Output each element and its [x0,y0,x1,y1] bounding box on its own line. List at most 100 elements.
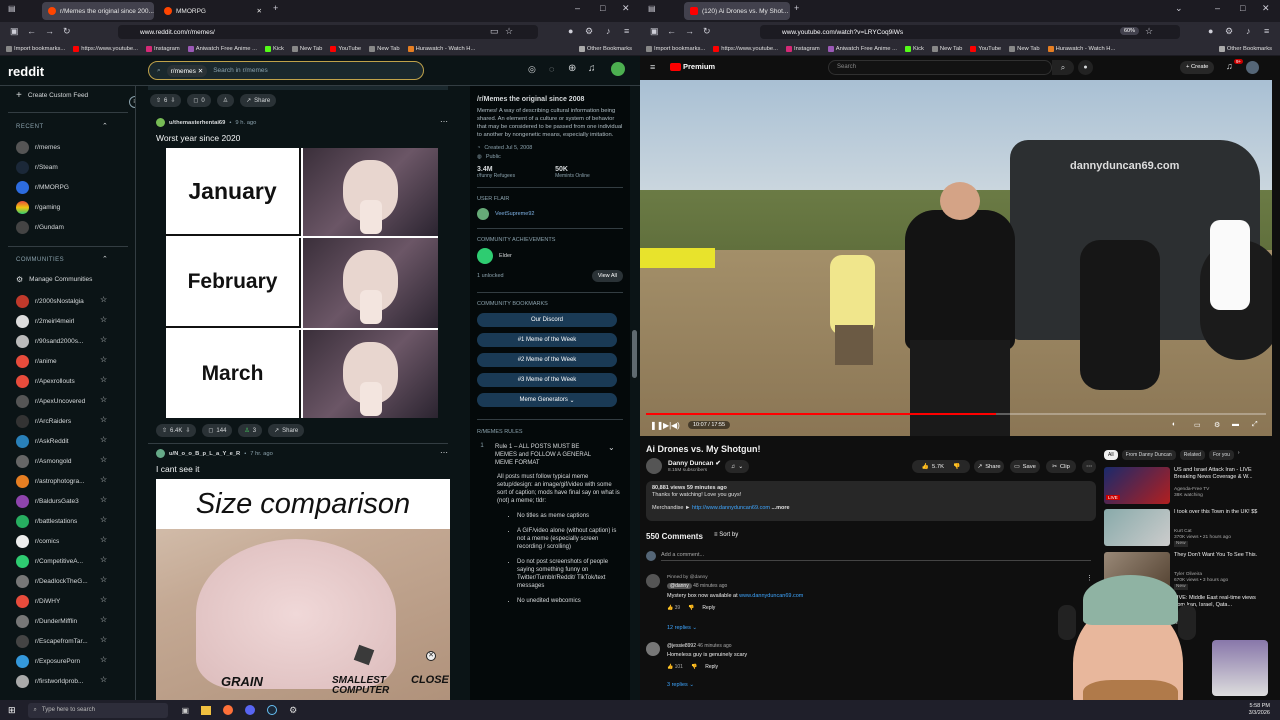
bookmark-item[interactable]: New Tab [1009,45,1040,52]
video-description[interactable]: 80,881 views 59 minutes ago Thanks for w… [646,481,1096,521]
discord-icon[interactable] [245,705,256,715]
next-icon[interactable]: ▶| [663,421,671,430]
sidebar-community-item[interactable]: r/comics [16,535,59,548]
sidebar-toggle-icon[interactable]: ▣ [10,26,19,37]
sidebar-community-item[interactable]: r/BaldursGate3 [16,495,79,508]
search-input[interactable]: Search [828,60,1052,75]
award-button[interactable]: ♙ 3 [238,424,263,437]
chevron-up-icon[interactable]: ⌃ [102,122,108,130]
upvote-icon[interactable]: ⇧ [162,427,167,434]
commenter-avatar[interactable] [646,642,660,656]
replies-toggle[interactable]: 3 replies ⌄ [667,682,694,688]
file-explorer-icon[interactable] [201,705,212,715]
favorite-star-icon[interactable]: ☆ [100,575,107,584]
microphone-icon[interactable]: ● [1078,60,1093,75]
maximize-icon[interactable]: □ [600,3,605,13]
bookmark-item[interactable]: Import bookmarks... [646,45,705,52]
recommended-video[interactable]: I took over this Town in the UK! $$ Kurt… [1104,509,1274,547]
sidebar-item-gaming[interactable]: r/gaming [16,201,60,214]
address-bar[interactable]: www.reddit.com/r/memes/ [118,25,538,39]
bookmark-item[interactable]: Import bookmarks... [6,45,65,52]
bookmark-item[interactable]: New Tab [931,45,962,52]
bookmark-item[interactable]: Aniwatch Free Anime ... [827,45,897,52]
favorite-star-icon[interactable]: ☆ [100,615,107,624]
captions-icon[interactable]: ▭ [1194,421,1201,429]
bookmark-button[interactable]: Our Discord [477,313,617,327]
comments-button[interactable]: ◻ 0 [187,94,211,107]
favorite-star-icon[interactable]: ☆ [100,635,107,644]
bookmark-item[interactable]: Aniwatch Free Anime ... [187,45,257,52]
favorite-star-icon[interactable]: ☆ [100,415,107,424]
search-bar[interactable]: ⌕ r/memes ✕ Search in r/memes [148,61,424,80]
sidebar-community-item[interactable]: r/EscapefromTar... [16,635,88,648]
recommended-video[interactable]: LIVE US and Israel Attack Iran - LIVE Br… [1104,467,1274,505]
subscribed-button[interactable]: ♫ ⌄ [725,460,749,473]
replies-toggle[interactable]: 12 replies ⌄ [667,625,697,631]
downvote-icon[interactable]: ⇩ [185,427,190,434]
tab-reddit[interactable]: r/Memes the original since 200... ✕ [42,2,154,20]
bookmark-item[interactable]: Kick [264,45,284,52]
sidebar-item-gundam[interactable]: r/Gundam [16,221,64,234]
like-dislike-button[interactable]: 👍 5.7K 👎 [912,460,970,473]
sidebar-community-item[interactable]: r/90sand2000s... [16,335,83,348]
bookmark-star-icon[interactable]: ☆ [505,26,513,37]
sidebar-community-item[interactable]: r/DunderMifflin [16,615,77,628]
user-flair[interactable]: VeetSupreme92 [477,208,623,220]
sidebar-community-item[interactable]: r/battlestations [16,515,77,528]
reply-button[interactable]: Reply [702,605,715,611]
favorite-star-icon[interactable]: ☆ [100,395,107,404]
bookmark-item[interactable]: New Tab [291,45,322,52]
audio-icon[interactable]: ♪ [606,26,611,36]
steam-icon[interactable] [267,705,278,715]
reply-button[interactable]: Reply [705,664,718,670]
manage-communities[interactable]: ⚙ Manage Communities [16,275,92,284]
sidebar-community-item[interactable]: r/DeadlockTheG... [16,575,88,588]
tab-list-icon[interactable]: ▤ [8,4,16,13]
notifications-icon[interactable]: ♫ [588,63,596,74]
tab-list-icon[interactable]: ▤ [648,4,656,13]
sidebar-community-item[interactable]: r/firstworldprob... [16,675,83,688]
sidebar-community-item[interactable]: r/ArcRaiders [16,415,71,428]
favorite-star-icon[interactable]: ☆ [100,355,107,364]
youtube-logo-icon[interactable] [670,63,681,71]
favorite-star-icon[interactable]: ☆ [100,475,107,484]
scrollbar[interactable] [632,330,637,378]
chevron-right-icon[interactable]: › [1238,450,1240,460]
close-icon[interactable]: ✕ [426,651,436,661]
favorite-star-icon[interactable]: ☆ [100,315,107,324]
theater-icon[interactable]: ▬ [1232,421,1239,428]
sidebar-item-mmorpg[interactable]: r/MMORPG [16,181,69,194]
post-author[interactable]: u/N_o_o_B_p_L_a_Y_e_R [169,451,240,457]
extensions-icon[interactable]: ⚙ [585,26,593,37]
achievement-item[interactable]: Elder [477,248,623,264]
bookmark-button[interactable]: #3 Meme of the Week [477,373,617,387]
vote-control[interactable]: ⇧ 6.4K ⇩ [156,424,197,437]
sidebar-community-item[interactable]: r/Asmongold [16,455,72,468]
close-tab-icon[interactable]: ✕ [257,7,262,15]
taskbar-search[interactable]: ⌕ Type here to search [27,702,168,718]
sidebar-community-item[interactable]: r/Apexrollouts [16,375,75,388]
sidebar-community-item[interactable]: r/CompetitiveA... [16,555,83,568]
notifications-icon[interactable]: ♫ [1226,61,1233,71]
chip-related[interactable]: Related [1179,450,1205,460]
avatar[interactable] [611,62,625,76]
forward-icon[interactable]: → [45,26,54,36]
favorite-star-icon[interactable]: ☆ [100,335,107,344]
sidebar-item-memes[interactable]: r/memes [16,141,60,154]
sidebar-toggle-icon[interactable]: ▣ [650,26,659,37]
fullscreen-icon[interactable]: ⤢ [1252,421,1258,429]
sidebar-community-item[interactable]: r/ApexUncovered [16,395,85,408]
downvote-icon[interactable]: ⇩ [170,97,175,104]
clock[interactable]: 5:58 PM 3/3/2026 [1249,703,1270,717]
dislike-icon[interactable]: 👎 [688,605,694,611]
hamburger-menu-icon[interactable]: ≡ [650,62,655,72]
firefox-icon[interactable] [223,705,234,715]
back-icon[interactable]: ← [667,26,676,36]
bookmark-dropdown[interactable]: Meme Generators ⌄ [477,393,617,407]
more-options-icon[interactable]: ⋯ [440,448,448,457]
post-image[interactable]: January February March [166,148,438,418]
bookmark-item[interactable]: https://www.youtube... [73,45,138,52]
pause-icon[interactable]: ❚❚ [650,421,663,430]
extensions-icon[interactable]: ⚙ [1225,26,1233,37]
advertise-icon[interactable]: ◎ [528,64,536,75]
